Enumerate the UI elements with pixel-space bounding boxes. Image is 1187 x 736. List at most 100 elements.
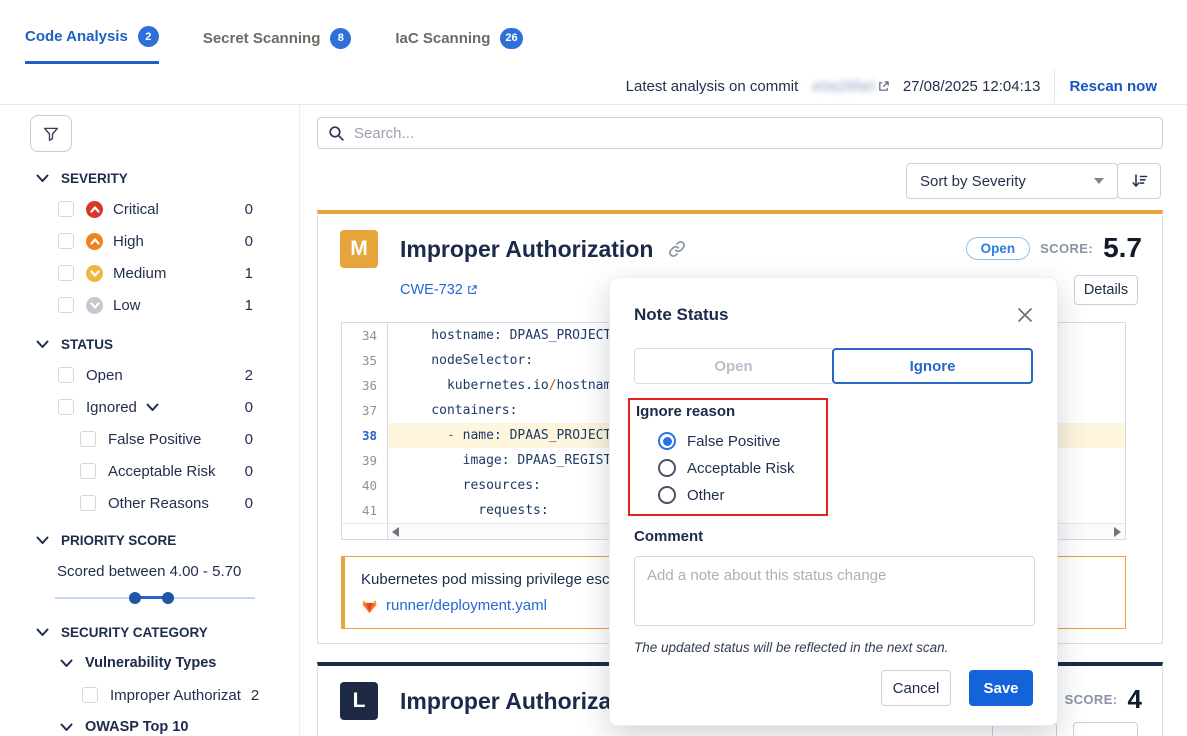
note-status-modal: Note Status Open Ignore Ignore reason Fa… — [609, 277, 1058, 726]
status-row-false-positive[interactable]: False Positive 0 — [0, 423, 299, 455]
search-bar[interactable] — [317, 117, 1163, 149]
radio-button[interactable] — [658, 486, 676, 504]
commit-link[interactable]: e0a26fa0 — [812, 78, 889, 95]
checkbox[interactable] — [58, 297, 74, 313]
ignore-reason-false-positive[interactable]: False Positive — [658, 432, 826, 450]
checkbox[interactable] — [58, 201, 74, 217]
slider-handle-min[interactable] — [129, 592, 141, 604]
checkbox[interactable] — [80, 495, 96, 511]
score-label: SCORE: — [1065, 692, 1118, 707]
checkbox[interactable] — [80, 463, 96, 479]
code-line-number: 35 — [342, 348, 388, 373]
tab-code-analysis[interactable]: Code Analysis 2 — [25, 26, 159, 64]
sort-direction-button[interactable] — [1117, 163, 1161, 199]
commit-hash-redacted[interactable]: e0a26fa0 — [812, 78, 875, 95]
radio-button[interactable] — [658, 459, 676, 477]
chevron-down-icon — [60, 723, 73, 732]
toggle-open-button[interactable]: Open — [634, 348, 832, 384]
analysis-meta: Latest analysis on commit e0a26fa0 27/08… — [626, 68, 1157, 104]
priority-score-section-header[interactable]: PRIORITY SCORE — [0, 525, 299, 555]
filter-label: High — [113, 233, 144, 250]
scroll-right-arrow[interactable] — [1114, 527, 1121, 537]
comment-label: Comment — [634, 528, 1033, 548]
status-badge[interactable]: Open — [966, 237, 1031, 260]
filter-count: 1 — [245, 297, 253, 314]
rescan-now-button[interactable]: Rescan now — [1069, 78, 1157, 95]
cwe-link[interactable]: CWE-732 — [400, 282, 463, 298]
status-row-other-reasons[interactable]: Other Reasons 0 — [0, 487, 299, 519]
checkbox[interactable] — [82, 687, 98, 703]
funnel-icon — [42, 125, 60, 143]
ignore-reason-acceptable-risk[interactable]: Acceptable Risk — [658, 459, 826, 477]
code-line-number: 36 — [342, 373, 388, 398]
cancel-button[interactable]: Cancel — [881, 670, 951, 706]
category-group-owasp-top-10[interactable]: OWASP Top 10 — [0, 711, 299, 736]
code-line-number: 34 — [342, 323, 388, 348]
scroll-left-arrow[interactable] — [392, 527, 399, 537]
toggle-ignore-button[interactable]: Ignore — [832, 348, 1033, 384]
code-line-number: 38 — [342, 423, 388, 448]
filter-label: Medium — [113, 265, 166, 282]
details-button-partial[interactable] — [1073, 722, 1138, 736]
details-button[interactable]: Details — [1074, 275, 1138, 305]
severity-row-low[interactable]: Low 1 — [0, 289, 299, 321]
security-category-section-header[interactable]: SECURITY CATEGORY — [0, 617, 299, 647]
tab-count-badge: 26 — [500, 28, 522, 49]
status-row-open[interactable]: Open 2 — [0, 359, 299, 391]
severity-row-medium[interactable]: Medium 1 — [0, 257, 299, 289]
chevron-down-icon — [36, 174, 49, 183]
analysis-label: Latest analysis on commit — [626, 78, 799, 95]
radio-label: Acceptable Risk — [687, 460, 795, 477]
scrollbar-gutter — [342, 524, 388, 539]
status-row-acceptable-risk[interactable]: Acceptable Risk 0 — [0, 455, 299, 487]
tab-iac-scanning[interactable]: IaC Scanning 26 — [395, 26, 522, 64]
tab-secret-scanning[interactable]: Secret Scanning 8 — [203, 26, 352, 64]
slider-handle-max[interactable] — [162, 592, 174, 604]
status-row-ignored[interactable]: Ignored 0 — [0, 391, 299, 423]
filter-button[interactable] — [30, 115, 72, 152]
score-value: 5.7 — [1103, 232, 1142, 264]
severity-badge-medium: M — [340, 230, 378, 268]
section-title: PRIORITY SCORE — [61, 533, 176, 548]
ignore-reason-label: Ignore reason — [636, 403, 826, 423]
severity-row-high[interactable]: High 0 — [0, 225, 299, 257]
ignore-reason-other[interactable]: Other — [658, 486, 826, 504]
radio-button[interactable] — [658, 432, 676, 450]
search-icon — [328, 125, 345, 142]
close-icon[interactable] — [1017, 307, 1033, 323]
checkbox[interactable] — [80, 431, 96, 447]
checkbox[interactable] — [58, 265, 74, 281]
status-section-header[interactable]: STATUS — [0, 329, 299, 359]
checkbox[interactable] — [58, 233, 74, 249]
status-toggle: Open Ignore — [634, 348, 1033, 384]
checkbox[interactable] — [58, 367, 74, 383]
caret-down-icon — [1094, 178, 1104, 184]
filter-count: 2 — [251, 687, 259, 704]
checkbox[interactable] — [58, 399, 74, 415]
filter-count: 0 — [245, 399, 253, 416]
section-title: SECURITY CATEGORY — [61, 625, 208, 640]
gitlab-icon — [361, 598, 378, 614]
sort-by-dropdown[interactable]: Sort by Severity — [906, 163, 1118, 199]
sort-by-value: Sort by Severity — [920, 173, 1026, 190]
code-line-number: 39 — [342, 448, 388, 473]
tab-label: IaC Scanning — [395, 30, 490, 47]
severity-section-header[interactable]: SEVERITY — [0, 163, 299, 193]
priority-score-slider[interactable] — [55, 591, 255, 605]
category-group-vulnerability-types[interactable]: Vulnerability Types — [0, 647, 299, 679]
chevron-down-icon[interactable] — [146, 403, 159, 412]
filter-label: Open — [86, 367, 123, 384]
category-row-improper-authorizat[interactable]: Improper Authorizat 2 — [0, 679, 299, 711]
search-input[interactable] — [354, 125, 1152, 142]
filter-count: 0 — [245, 463, 253, 480]
radio-label: Other — [687, 487, 725, 504]
save-button[interactable]: Save — [969, 670, 1033, 706]
file-link[interactable]: runner/deployment.yaml — [386, 597, 547, 614]
severity-row-critical[interactable]: Critical 0 — [0, 193, 299, 225]
external-link-icon — [467, 285, 477, 295]
link-icon[interactable] — [667, 239, 687, 259]
filter-label: False Positive — [108, 431, 201, 448]
chevron-down-icon — [36, 536, 49, 545]
filter-count: 0 — [245, 495, 253, 512]
comment-input[interactable] — [634, 556, 1035, 626]
